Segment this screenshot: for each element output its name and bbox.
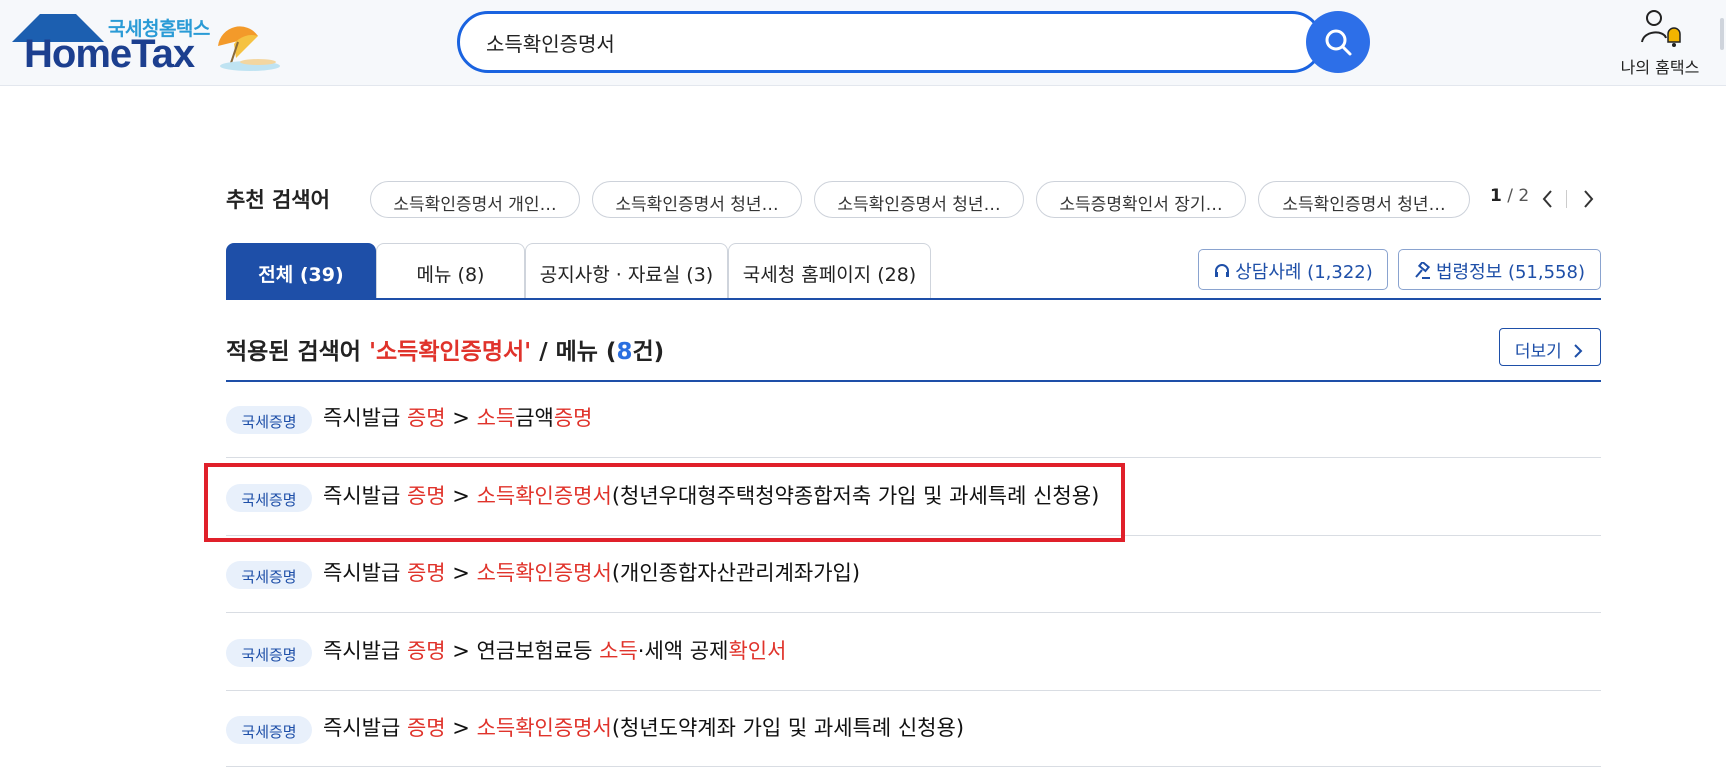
user-bell-icon — [1641, 10, 1681, 47]
pager-current: 1 — [1490, 186, 1502, 206]
header: 국세청홈택스 HomeTax 나의 홈택스 — [0, 0, 1726, 86]
results-keyword: '소득확인증명서' — [368, 339, 532, 365]
more-button[interactable]: 더보기 — [1499, 328, 1601, 366]
keyword-highlight: 소득확인증명서 — [476, 716, 612, 740]
results-prefix: 적용된 검색어 — [226, 339, 369, 365]
search-input[interactable] — [486, 26, 1266, 58]
search-icon — [1325, 29, 1352, 56]
highlight-annotation-box — [204, 463, 1125, 542]
search-button[interactable] — [1306, 11, 1370, 73]
result-link[interactable]: 즉시발급 증명 > 연금보험료등 소득·세액 공제확인서 — [323, 635, 786, 665]
result-text: > — [445, 561, 477, 585]
result-row[interactable]: 국세증명 즉시발급 증명 > 소득금액증명 — [226, 381, 1601, 458]
consult-cases-label: 상담사례 (1,322) — [1235, 262, 1373, 283]
result-link[interactable]: 즉시발급 증명 > 소득확인증명서(청년도약계좌 가입 및 과세특례 신청용) — [323, 712, 964, 742]
tabs-underline — [226, 298, 1601, 300]
recommended-chip[interactable]: 소득확인증명서 청년… — [1258, 181, 1470, 218]
my-hometax-button[interactable]: 나의 홈택스 — [1610, 8, 1710, 77]
keyword-highlight: 소득확인증명서 — [476, 561, 612, 585]
law-info-button[interactable]: 법령정보 (51,558) — [1398, 249, 1601, 290]
search-box — [457, 11, 1323, 73]
result-text: ·세액 공제 — [637, 639, 729, 663]
more-label: 더보기 — [1514, 342, 1562, 362]
result-text: 금액 — [515, 406, 554, 430]
tab-notice[interactable]: 공지사항 · 자료실 (3) — [525, 243, 728, 300]
category-badge: 국세증명 — [226, 406, 312, 434]
results-middle: / 메뉴 ( — [531, 339, 617, 365]
result-text: > — [445, 716, 477, 740]
beach-umbrella-icon — [218, 26, 280, 71]
keyword-highlight: 증명 — [406, 639, 446, 663]
chevron-left-icon — [1542, 190, 1552, 208]
category-badge: 국세증명 — [226, 716, 312, 744]
keyword-highlight: 확인서 — [728, 639, 787, 663]
recommended-chip[interactable]: 소득증명확인서 장기… — [1036, 181, 1246, 218]
result-row[interactable]: 국세증명 즉시발급 증명 > 연금보험료등 소득·세액 공제확인서 — [226, 614, 1601, 691]
keyword-highlight: 소득 — [599, 639, 638, 663]
keyword-highlight: 소득 — [476, 406, 516, 430]
headset-icon — [1215, 264, 1230, 277]
pager-total: / 2 — [1507, 186, 1530, 206]
tab-menu[interactable]: 메뉴 (8) — [376, 243, 525, 300]
pager-divider — [1566, 190, 1567, 208]
my-hometax-label: 나의 홈택스 — [1620, 58, 1700, 77]
law-info-label: 법령정보 (51,558) — [1436, 262, 1585, 283]
result-text: > 연금보험료등 — [445, 639, 600, 663]
keyword-highlight: 증명 — [553, 406, 593, 430]
keyword-highlight: 증명 — [406, 561, 446, 585]
results-suffix: 건) — [632, 339, 665, 365]
recommended-pager: 1 / 2 — [1490, 186, 1529, 206]
category-badge: 국세증명 — [226, 561, 312, 589]
chevron-right-icon — [1574, 344, 1583, 358]
result-text: > — [445, 406, 477, 430]
prev-page-button[interactable] — [1536, 186, 1560, 212]
hometax-logo[interactable]: 국세청홈택스 HomeTax — [12, 12, 282, 76]
scrollbar[interactable] — [1720, 18, 1724, 50]
tab-all[interactable]: 전체 (39) — [226, 243, 376, 300]
result-text: 즉시발급 — [323, 639, 407, 663]
result-text: (청년도약계좌 가입 및 과세특례 신청용) — [611, 716, 965, 740]
recommended-chip[interactable]: 소득확인증명서 청년… — [814, 181, 1024, 218]
keyword-highlight: 증명 — [406, 406, 446, 430]
result-text: 즉시발급 — [323, 561, 407, 585]
gavel-icon — [1415, 260, 1431, 279]
recommended-chip[interactable]: 소득확인증명서 청년… — [592, 181, 802, 218]
recommended-chip[interactable]: 소득확인증명서 개인… — [370, 181, 580, 218]
results-heading: 적용된 검색어 '소득확인증명서' / 메뉴 (8건) — [226, 332, 664, 366]
results-count: 8 — [616, 339, 633, 365]
consult-cases-button[interactable]: 상담사례 (1,322) — [1198, 249, 1388, 290]
result-text: 즉시발급 — [323, 716, 407, 740]
chevron-right-icon — [1584, 190, 1594, 208]
result-row[interactable]: 국세증명 즉시발급 증명 > 소득확인증명서(청년도약계좌 가입 및 과세특례 신… — [226, 691, 1601, 767]
result-link[interactable]: 즉시발급 증명 > 소득금액증명 — [323, 402, 592, 432]
keyword-highlight: 증명 — [406, 716, 446, 740]
result-row[interactable]: 국세증명 즉시발급 증명 > 소득확인증명서(개인종합자산관리계좌가입) — [226, 536, 1601, 613]
result-link[interactable]: 즉시발급 증명 > 소득확인증명서(개인종합자산관리계좌가입) — [323, 557, 860, 587]
result-text: (개인종합자산관리계좌가입) — [611, 561, 861, 585]
next-page-button[interactable] — [1576, 186, 1600, 212]
recommended-title: 추천 검색어 — [226, 188, 330, 212]
category-badge: 국세증명 — [226, 639, 312, 667]
result-text: 즉시발급 — [323, 406, 407, 430]
tab-nts-homepage[interactable]: 국세청 홈페이지 (28) — [728, 243, 931, 300]
logo-title: HomeTax — [24, 32, 195, 76]
